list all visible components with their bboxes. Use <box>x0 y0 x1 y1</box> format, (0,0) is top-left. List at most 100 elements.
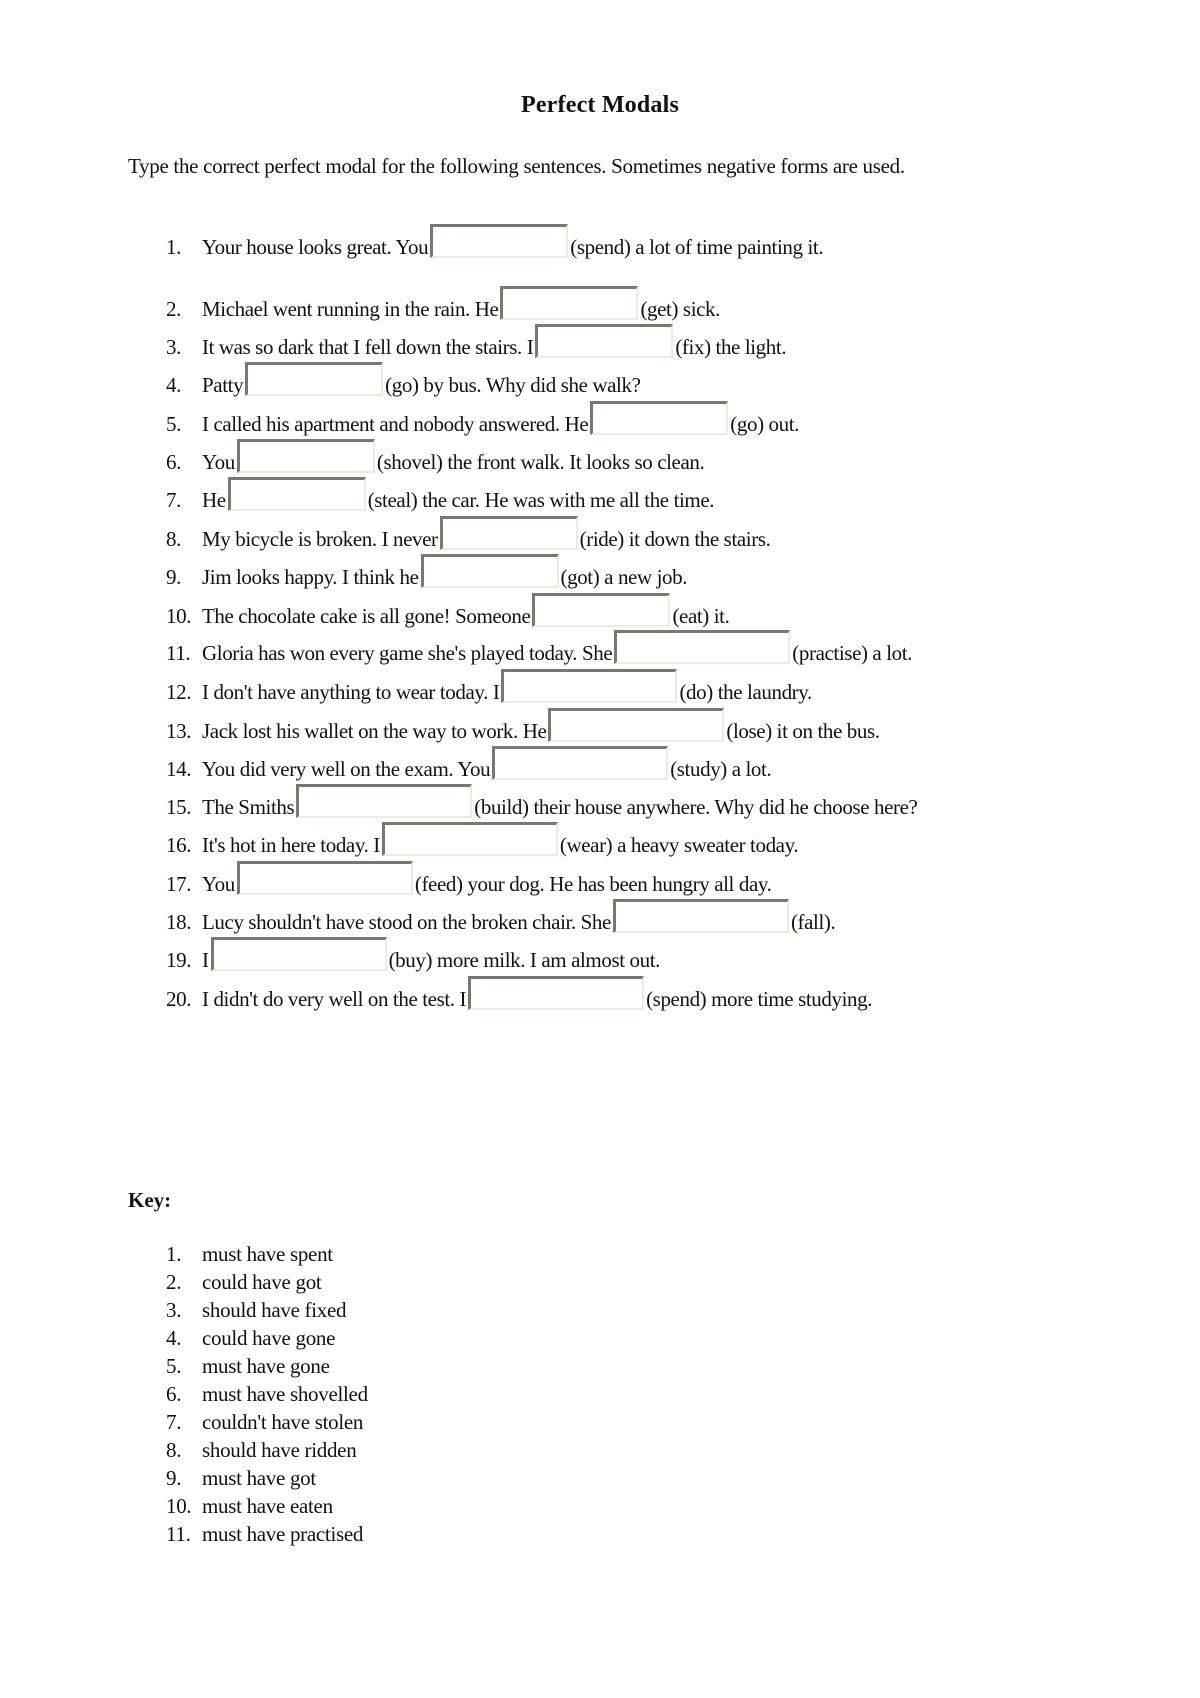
question-text-after: (practise) a lot. <box>792 641 913 665</box>
question-number: 16. <box>166 833 192 857</box>
question-text-after: (go) out. <box>730 412 800 436</box>
question-number: 8. <box>166 527 181 551</box>
question-text-after: (get) sick. <box>640 297 721 321</box>
answer-input[interactable] <box>501 669 678 703</box>
answer-input[interactable] <box>236 439 375 473</box>
question-text-before: I didn't do very well on the test. I <box>202 987 467 1011</box>
answer-key-list: 1. must have spent 2. could have got 3. shoul… <box>166 1240 368 1548</box>
key-answer-number: 6. <box>166 1382 182 1406</box>
answer-input[interactable] <box>548 708 725 742</box>
key-answer-number: 9. <box>166 1466 182 1490</box>
question-text-after: (feed) your dog. He has been hungry all … <box>414 872 772 896</box>
question-number: 3. <box>166 335 181 359</box>
key-answer-text: must have spent <box>202 1242 333 1266</box>
question-number: 11. <box>166 641 191 665</box>
answer-input[interactable] <box>439 516 578 550</box>
question-text-before: Your house looks great. You <box>202 235 429 259</box>
question-item: 10. The chocolate cake is all gone! Someo… <box>166 589 730 629</box>
question-item: 13. Jack lost his wallet on the way to wo… <box>166 704 880 744</box>
key-answer-number: 7. <box>166 1410 182 1434</box>
instructions: Type the correct perfect modal for the f… <box>128 154 905 178</box>
key-answer-item: 2. could have got <box>166 1268 368 1296</box>
answer-input[interactable] <box>500 286 639 320</box>
question-text-after: (spend) a lot of time painting it. <box>570 235 824 259</box>
question-text-after: (build) their house anywhere. Why did he… <box>474 795 918 819</box>
question-text-before: He <box>202 488 226 512</box>
key-answer-number: 2. <box>166 1270 182 1294</box>
answer-input[interactable] <box>612 899 789 933</box>
question-text-before: Gloria has won every game she's played t… <box>202 641 613 665</box>
question-number: 4. <box>166 373 181 397</box>
key-answer-number: 5. <box>166 1354 182 1378</box>
question-text-before: Jim looks happy. I think he <box>202 565 419 589</box>
question-item: 19. I (buy) more milk. I am almost out. <box>166 933 660 973</box>
question-text-before: The Smiths <box>202 795 295 819</box>
question-text-after: (do) the laundry. <box>679 680 812 704</box>
question-text-before: Lucy shouldn't have stood on the broken … <box>202 910 611 934</box>
question-number: 14. <box>166 757 192 781</box>
question-text-before: Michael went running in the rain. He <box>202 297 499 321</box>
answer-input[interactable] <box>430 224 569 258</box>
answer-input[interactable] <box>210 937 387 971</box>
key-answer-item: 9. must have got <box>166 1464 368 1492</box>
answer-input[interactable] <box>245 362 384 396</box>
answer-input[interactable] <box>296 784 473 818</box>
question-text-after: (ride) it down the stairs. <box>579 527 771 551</box>
key-answer-number: 4. <box>166 1326 182 1350</box>
answer-input[interactable] <box>590 401 729 435</box>
key-answer-text: could have got <box>202 1270 322 1294</box>
question-text-after: (spend) more time studying. <box>646 987 873 1011</box>
question-item: 6. You (shovel) the front walk. It looks s… <box>166 435 705 475</box>
question-item: 2. Michael went running in the rain. He (g… <box>166 282 720 322</box>
key-answer-item: 5. must have gone <box>166 1352 368 1380</box>
question-number: 17. <box>166 872 192 896</box>
question-number: 20. <box>166 987 192 1011</box>
key-answer-item: 11. must have practised <box>166 1520 368 1548</box>
question-text-after: (buy) more milk. I am almost out. <box>388 948 661 972</box>
question-number: 12. <box>166 680 192 704</box>
answer-input[interactable] <box>532 593 671 627</box>
question-item: 8. My bicycle is broken. I never (ride) it… <box>166 512 771 552</box>
question-number: 19. <box>166 948 192 972</box>
question-text-before: You <box>202 450 235 474</box>
question-item: 18. Lucy shouldn't have stood on the brok… <box>166 895 836 935</box>
question-item: 9. Jim looks happy. I think he (got) a new… <box>166 550 687 590</box>
question-text-after: (study) a lot. <box>670 757 772 781</box>
question-text-after: (got) a new job. <box>560 565 688 589</box>
question-text-after: (steal) the car. He was with me all the … <box>367 488 715 512</box>
question-number: 15. <box>166 795 192 819</box>
question-text-before: It was so dark that I fell down the stai… <box>202 335 534 359</box>
key-answer-text: must have gone <box>202 1354 330 1378</box>
question-text-after: (fall). <box>790 910 836 934</box>
question-number: 6. <box>166 450 181 474</box>
key-answer-text: could have gone <box>202 1326 336 1350</box>
key-answer-number: 11. <box>166 1522 191 1546</box>
question-item: 1. Your house looks great. You (spend) a l… <box>166 220 824 260</box>
answer-input[interactable] <box>236 861 413 895</box>
question-number: 9. <box>166 565 181 589</box>
key-answer-text: must have practised <box>202 1522 364 1546</box>
key-answer-item: 6. must have shovelled <box>166 1380 368 1408</box>
question-item: 5. I called his apartment and nobody answ… <box>166 397 799 437</box>
key-answer-item: 3. should have fixed <box>166 1296 368 1324</box>
question-item: 20. I didn't do very well on the test. I (… <box>166 972 872 1012</box>
answer-input[interactable] <box>614 630 791 664</box>
key-answer-item: 10. must have eaten <box>166 1492 368 1520</box>
answer-input[interactable] <box>535 324 674 358</box>
answer-input[interactable] <box>381 822 558 856</box>
key-answer-text: couldn't have stolen <box>202 1410 364 1434</box>
question-item: 17. You (feed) your dog. He has been hungr… <box>166 857 772 897</box>
question-text-before: I called his apartment and nobody answer… <box>202 412 589 436</box>
answer-input[interactable] <box>227 477 366 511</box>
answer-input[interactable] <box>420 554 559 588</box>
question-text-before: Jack lost his wallet on the way to work.… <box>202 719 547 743</box>
question-item: 3. It was so dark that I fell down the st… <box>166 320 787 360</box>
question-number: 13. <box>166 719 192 743</box>
key-answer-text: should have ridden <box>202 1438 357 1462</box>
answer-input[interactable] <box>492 746 669 780</box>
question-text-after: (wear) a heavy sweater today. <box>559 833 799 857</box>
key-answer-number: 10. <box>166 1494 192 1518</box>
answer-input[interactable] <box>468 976 645 1010</box>
question-number: 2. <box>166 297 181 321</box>
question-number: 1. <box>166 235 181 259</box>
